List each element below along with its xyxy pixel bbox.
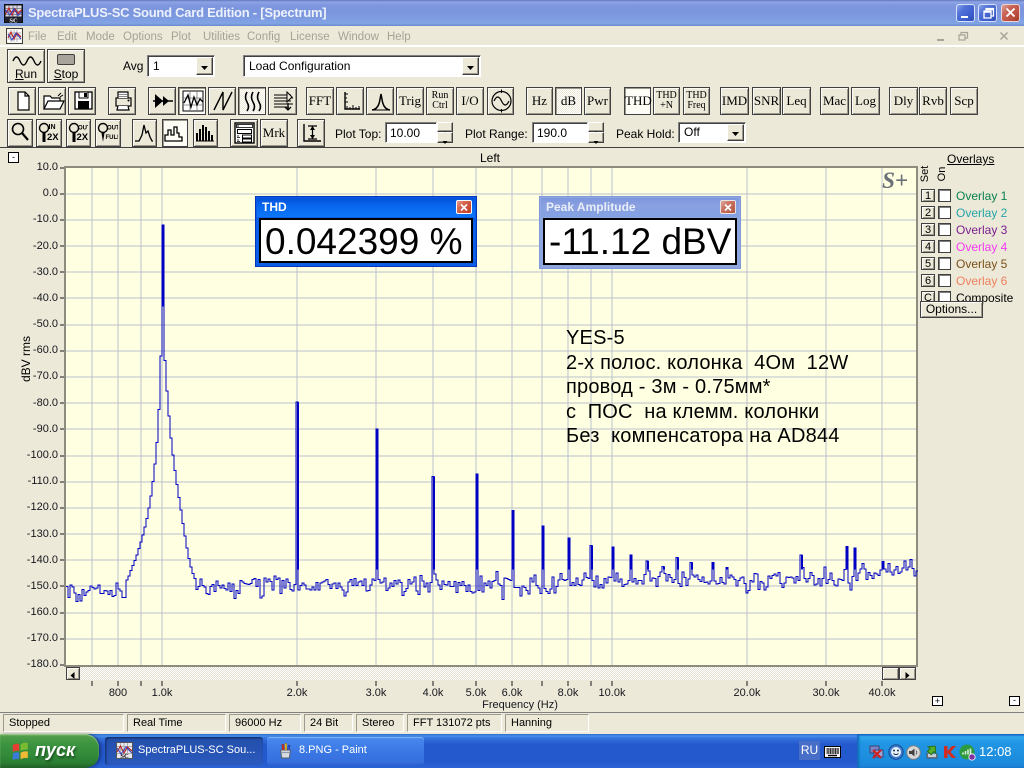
svg-text:2X: 2X	[77, 132, 89, 143]
svg-text:IN: IN	[49, 124, 56, 131]
svg-text:SC: SC	[9, 17, 18, 23]
svg-text:FULL: FULL	[106, 135, 119, 141]
svg-text:OUT: OUT	[78, 126, 88, 132]
svg-text:OUT: OUT	[107, 126, 118, 132]
svg-text:SC: SC	[120, 753, 129, 759]
svg-text:2X: 2X	[47, 132, 59, 143]
